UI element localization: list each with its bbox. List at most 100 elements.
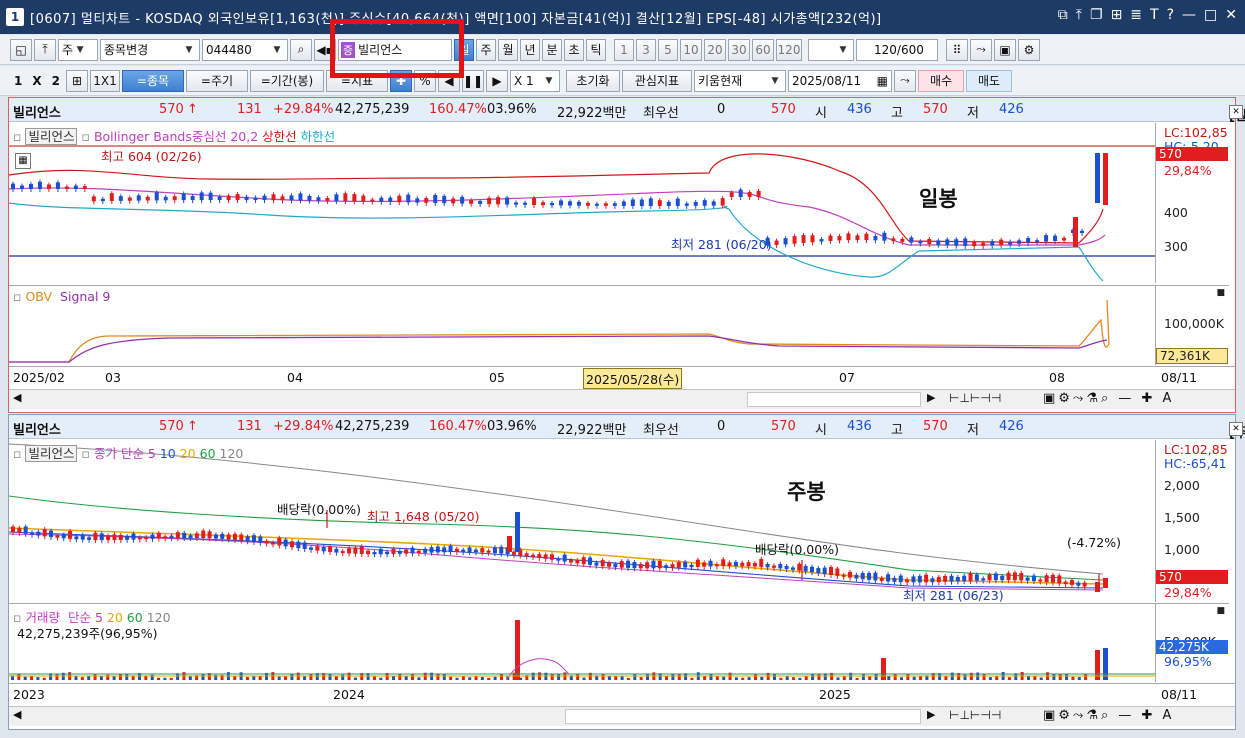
pin-chart-icon[interactable]: ⤒ (34, 38, 56, 61)
layout-1-label[interactable]: 1 (14, 74, 22, 88)
watch-indicator-button[interactable]: 관심지표 (621, 69, 692, 92)
weekly-ma-120[interactable]: 120 (220, 446, 244, 461)
period-year[interactable]: 년 (520, 38, 540, 61)
daily-scrollbar[interactable]: ◀ ▶ ⊢⊥⊢⊣⊣ ▣⚙⤳⚗⌕ — ✚ A (9, 389, 1235, 409)
weekly-ma-20[interactable]: 20 (180, 446, 196, 461)
bar-count-field[interactable]: 120/600 (856, 38, 938, 61)
layout-x-label[interactable]: X (32, 74, 41, 88)
pause-icon[interactable]: ❚❚ (461, 69, 484, 92)
menu-icon[interactable]: ≣ (1130, 7, 1142, 23)
weekly-volume-chart[interactable]: ▫ 거래량 단순 5 20 60 120 42,275,239주(96,95%) (9, 603, 1155, 682)
link-icon[interactable]: ⧉ (1058, 7, 1068, 23)
obv-label[interactable]: OBV (25, 289, 52, 304)
candle (404, 549, 409, 554)
volume-menu-icon[interactable]: ■ (1216, 606, 1225, 616)
daily-price-chart[interactable]: ▫ 빌리언스 ▫ Bollinger Bands중심선 20,2 상한선 하한선… (9, 123, 1155, 283)
save-icon[interactable]: ▣ (994, 38, 1016, 61)
period-minute[interactable]: 분 (542, 38, 562, 61)
font-icon[interactable]: T (1150, 7, 1159, 23)
volume-bar (1065, 674, 1069, 680)
stock-code-input[interactable]: 044480 ▼ (202, 38, 288, 61)
layout-2-label[interactable]: 2 (52, 74, 60, 88)
candle (1062, 237, 1067, 241)
search-icon[interactable]: ⌕ (290, 38, 312, 61)
weekly-scroll-thumb[interactable] (565, 709, 921, 724)
candle (828, 235, 833, 241)
buy-button[interactable]: 매수 (917, 69, 964, 92)
candle (1025, 577, 1030, 581)
grid-layout-icon[interactable]: ⊞ (65, 69, 88, 92)
weekly-panel-close-icon[interactable]: ✕ (1229, 422, 1243, 436)
custom-period-select[interactable]: ▼ (808, 38, 854, 61)
trend-icon[interactable]: ⤳ (970, 38, 992, 61)
minute-60[interactable]: 60 (752, 38, 774, 61)
maximize-icon[interactable]: □ (1204, 7, 1217, 23)
period-week[interactable]: 주 (476, 38, 496, 61)
zoom-slider[interactable]: ⊢⊥⊢⊣⊣ (949, 391, 1001, 405)
daily-legend-boll[interactable]: Bollinger Bands중심선 20,2 (94, 129, 258, 144)
sell-button[interactable]: 매도 (965, 69, 1012, 92)
market-type-select[interactable]: 주 ▼ (58, 38, 98, 61)
weekly-legend-ma[interactable]: 종가 단순 (94, 446, 144, 461)
period-tick[interactable]: 틱 (586, 38, 606, 61)
minute-20[interactable]: 20 (704, 38, 726, 61)
tab-cycle[interactable]: =주기 (185, 69, 248, 92)
minute-5[interactable]: 5 (658, 38, 678, 61)
weekly-scroll-right-icon[interactable]: ▶ (927, 708, 935, 721)
weekly-price-chart[interactable]: ▫ 빌리언스 ▫ 종가 단순 5 10 20 60 120 배당락(0.00%)… (9, 440, 1155, 602)
help-icon[interactable]: ? (1167, 7, 1174, 23)
weekly-legend-name[interactable]: 빌리언스 (25, 445, 78, 462)
obv-menu-icon[interactable]: ■ (1216, 288, 1225, 298)
daily-legend-upper[interactable]: 상한선 (262, 129, 297, 144)
scroll-left-icon[interactable]: ◀ (13, 391, 21, 404)
minute-10[interactable]: 10 (680, 38, 702, 61)
settings-icon[interactable]: ⚙ (1018, 38, 1040, 61)
tab-stock[interactable]: =종목 (121, 69, 184, 92)
minute-30[interactable]: 30 (728, 38, 750, 61)
weekly-scroll-left-icon[interactable]: ◀ (13, 708, 21, 721)
daily-obv-chart[interactable]: ▫ OBV Signal 9 (9, 285, 1155, 365)
date-input[interactable]: 2025/08/11 ▦ (787, 69, 892, 92)
candle (585, 202, 590, 206)
chart-tool-icon[interactable]: ⤳ (893, 69, 916, 92)
stock-change-select[interactable]: 종목변경 ▼ (100, 38, 200, 61)
candle (163, 536, 168, 539)
reset-button[interactable]: 초기화 (565, 69, 620, 92)
calendar-icon[interactable]: ▦ (877, 74, 888, 88)
candle (657, 560, 662, 569)
obv-signal[interactable]: Signal 9 (60, 289, 110, 304)
close-icon[interactable]: ✕ (1225, 7, 1237, 23)
period-month[interactable]: 월 (498, 38, 518, 61)
candle (892, 577, 897, 582)
tab-range[interactable]: =기간(봉) (249, 69, 324, 92)
grid-icon[interactable]: ⊞ (1111, 7, 1123, 23)
panel-close-icon[interactable]: ✕ (1229, 105, 1243, 119)
weekly-best-price: 570 (771, 419, 796, 434)
pin-icon[interactable]: ⤒ (1076, 7, 1082, 23)
weekly-ma-10[interactable]: 10 (160, 446, 176, 461)
daily-legend-name[interactable]: 빌리언스 (25, 128, 78, 145)
minute-1[interactable]: 1 (614, 38, 634, 61)
scroll-right-icon[interactable]: ▶ (927, 391, 935, 404)
weekly-zoom-slider[interactable]: ⊢⊥⊢⊣⊣ (949, 708, 1001, 722)
kiwoom-select[interactable]: 키움현재 ▼ (693, 69, 786, 92)
daily-legend-lower[interactable]: 하한선 (301, 129, 336, 144)
multiplier-select[interactable]: X 1 ▼ (509, 69, 560, 92)
minute-120[interactable]: 120 (776, 38, 802, 61)
chart-tools-icons[interactable]: ▣⚙⤳⚗⌕ — ✚ A (1043, 391, 1174, 406)
layout-icon[interactable]: ◱ (10, 38, 32, 61)
weekly-ma-5[interactable]: 5 (148, 446, 156, 461)
copy-icon[interactable]: ❐ (1090, 7, 1103, 23)
chart-add-icon[interactable]: ⠿ (946, 38, 968, 61)
volume-bar (309, 673, 313, 680)
next-icon[interactable]: ▶ (485, 69, 508, 92)
daily-scroll-thumb[interactable] (747, 392, 921, 407)
period-second[interactable]: 초 (564, 38, 584, 61)
weekly-scrollbar[interactable]: ◀ ▶ ⊢⊥⊢⊣⊣ ▣⚙⤳⚗⌕ — ✚ A (9, 706, 1235, 726)
weekly-ma-60[interactable]: 60 (200, 446, 216, 461)
minute-3[interactable]: 3 (636, 38, 656, 61)
layout-1x1-button[interactable]: 1X1 (89, 69, 120, 92)
minimize-icon[interactable]: — (1182, 7, 1196, 23)
weekly-chart-tools-icons[interactable]: ▣⚙⤳⚗⌕ — ✚ A (1043, 708, 1174, 723)
table-toggle-icon[interactable]: ▦ (15, 153, 31, 169)
